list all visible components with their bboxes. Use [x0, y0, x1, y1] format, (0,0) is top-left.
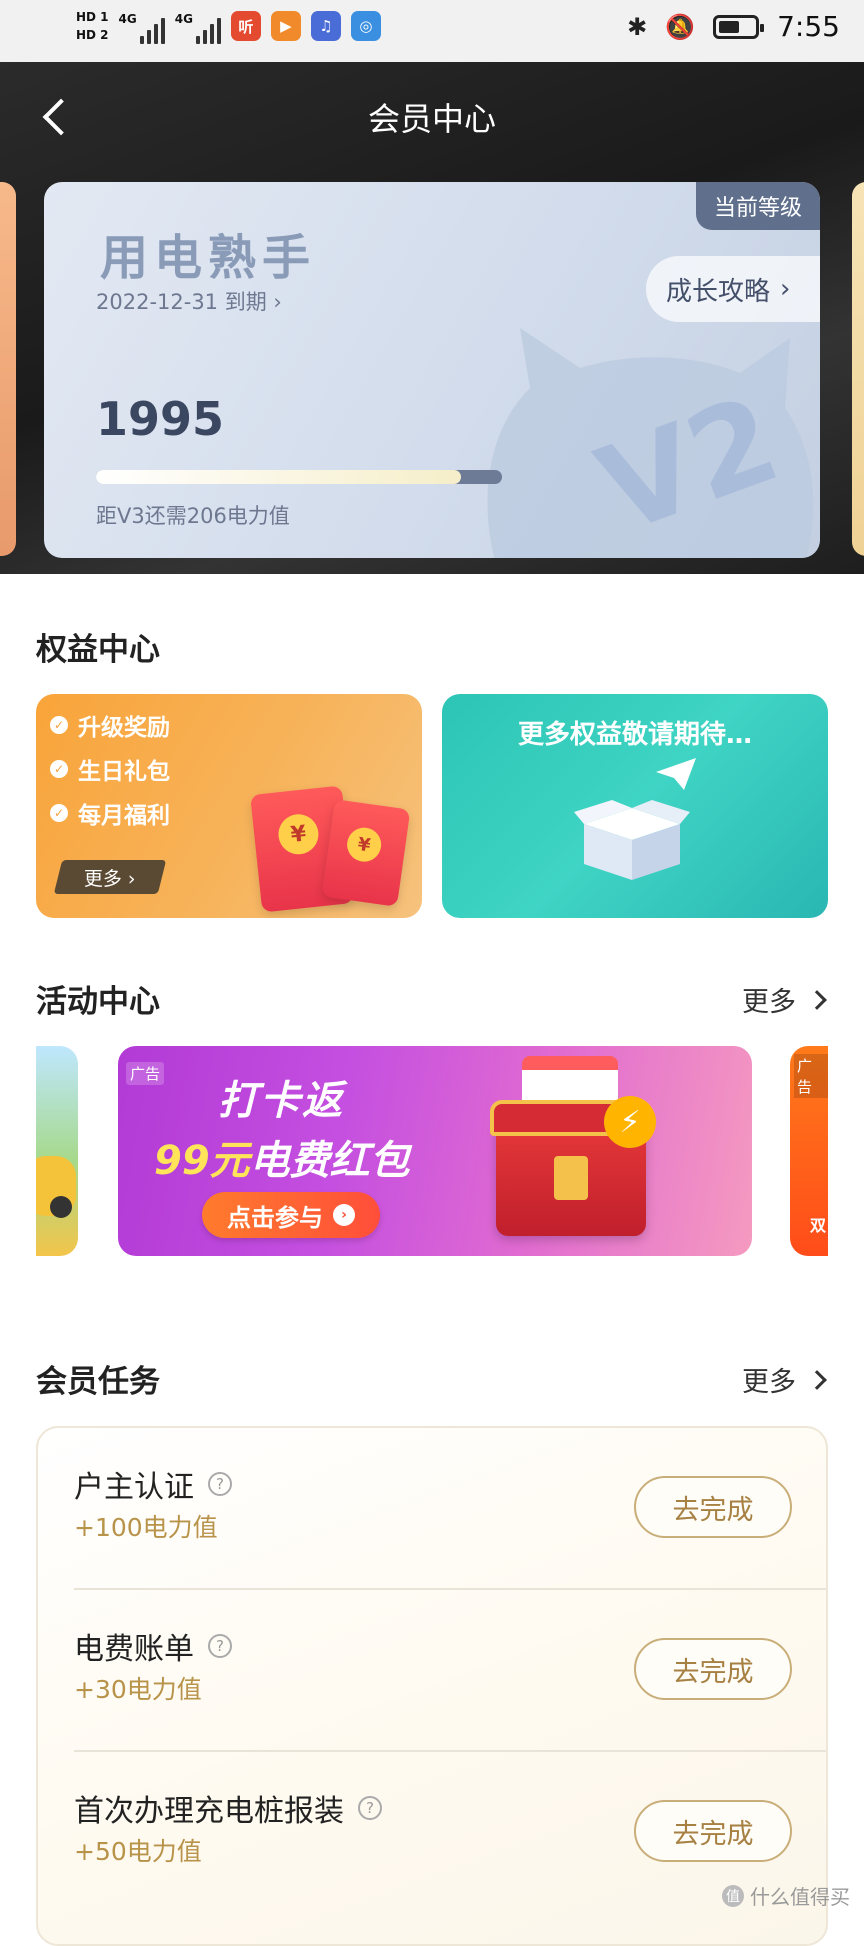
browser-app-icon: ◎ [351, 11, 381, 41]
benefit-label: 升级奖励 [78, 708, 170, 742]
growth-guide-button[interactable]: 成长攻略 › [646, 256, 820, 322]
hd2-label: HD 2 [76, 27, 109, 43]
task-name-row: 户主认证? [74, 1462, 232, 1506]
red-envelope-icon: ¥ [322, 799, 411, 907]
rights-more-label: 更多 › [84, 864, 136, 891]
banner-partial-text: 双 [810, 1212, 826, 1236]
status-bar: HD 1 HD 2 4G 4G 听 ▶ ♫ ◎ ✱ 🔕 7:55 [0, 0, 864, 62]
network-label-2: 4G [175, 12, 193, 26]
v2-mascot-icon: V2 [460, 318, 820, 558]
mute-bell-icon: 🔕 [665, 13, 695, 41]
help-icon[interactable]: ? [208, 1472, 232, 1496]
banner-line2: 99元电费红包 [154, 1128, 410, 1186]
activity-banner-checkin[interactable]: 广告 打卡返 99元电费红包 点击参与 › ⚡ [118, 1046, 752, 1256]
benefit-label: 生日礼包 [78, 752, 170, 786]
tasks-more-link[interactable]: 更多 [742, 1360, 824, 1399]
signal-icon-2: 4G [175, 8, 221, 44]
ad-tag: 广告 [126, 1062, 164, 1085]
rights-card-benefits[interactable]: ✓升级奖励 ✓生日礼包 ✓每月福利 更多 › ¥ ¥ [36, 694, 422, 918]
next-level-card[interactable] [852, 182, 864, 556]
benefit-item: ✓ 每月福利 [50, 796, 170, 830]
task-points: +100电力值 [74, 1508, 218, 1544]
expire-date-link[interactable]: 2022-12-31 到期 › [96, 286, 282, 316]
level-progress-fill [96, 470, 461, 484]
task-complete-button[interactable]: 去完成 [634, 1638, 792, 1700]
level-progress-bar [96, 470, 502, 484]
help-icon[interactable]: ? [358, 1796, 382, 1820]
next-level-hint: 距V3还需206电力值 [96, 500, 290, 530]
join-label: 点击参与 [227, 1198, 323, 1233]
hd1-label: HD 1 [76, 9, 109, 25]
chevron-right-icon [807, 1370, 827, 1390]
current-level-badge: 当前等级 [696, 182, 820, 230]
bluetooth-icon: ✱ [627, 13, 647, 41]
join-button[interactable]: 点击参与 › [202, 1192, 380, 1238]
rights-card-coming-soon[interactable]: 更多权益敬请期待… [442, 694, 828, 918]
rights-section-title: 权益中心 [36, 624, 160, 669]
benefit-item: ✓ 生日礼包 [50, 752, 170, 786]
music-app-icon: ♫ [311, 11, 341, 41]
benefit-label: 每月福利 [78, 796, 170, 830]
task-item: 户主认证? +100电力值 去完成 [38, 1428, 826, 1590]
activity-banner-prev[interactable] [36, 1046, 78, 1256]
chevron-right-icon [807, 990, 827, 1010]
status-right: ✱ 🔕 7:55 [627, 10, 840, 43]
power-points: 1995 [96, 392, 224, 446]
help-icon[interactable]: ? [208, 1634, 232, 1658]
task-list: 户主认证? +100电力值 去完成 电费账单? +30电力值 去完成 首次办理充… [36, 1426, 828, 1946]
check-icon: ✓ [50, 804, 68, 822]
rights-more-button[interactable]: 更多 › [54, 860, 166, 894]
task-name: 电费账单 [74, 1624, 194, 1668]
watermark-text: 什么值得买 [750, 1881, 850, 1910]
lightning-coin-icon: ⚡ [604, 1096, 656, 1148]
task-name-row: 电费账单? [74, 1624, 232, 1668]
gift-box-icon [574, 794, 690, 880]
activity-more-link[interactable]: 更多 [742, 980, 824, 1019]
task-name-row: 首次办理充电桩报装? [74, 1786, 382, 1830]
task-item: 电费账单? +30电力值 去完成 [38, 1590, 826, 1752]
arrow-right-icon: › [333, 1204, 355, 1226]
activity-more-label: 更多 [742, 980, 796, 1019]
banner-amount: 99元 [154, 1138, 250, 1184]
tasks-more-label: 更多 [742, 1360, 796, 1399]
prev-level-card[interactable] [0, 182, 16, 556]
ad-tag: 广告 [794, 1054, 828, 1098]
play-app-icon: ▶ [271, 11, 301, 41]
benefit-item: ✓ 升级奖励 [50, 708, 170, 742]
growth-guide-label: 成长攻略 [666, 271, 770, 308]
banner-reward: 电费红包 [250, 1138, 410, 1184]
paper-plane-icon [656, 758, 696, 790]
task-complete-button[interactable]: 去完成 [634, 1800, 792, 1862]
status-left: HD 1 HD 2 4G 4G 听 ▶ ♫ ◎ [76, 8, 381, 44]
task-complete-button[interactable]: 去完成 [634, 1476, 792, 1538]
tasks-section-title: 会员任务 [36, 1356, 160, 1401]
listen-app-label: 听 [238, 16, 253, 37]
banner-line1: 打卡返 [218, 1068, 344, 1126]
sim-indicators: HD 1 HD 2 [76, 9, 109, 43]
level-name: 用电熟手 [100, 218, 316, 288]
task-points: +30电力值 [74, 1670, 202, 1706]
check-icon: ✓ [50, 716, 68, 734]
activity-section-title: 活动中心 [36, 976, 160, 1021]
task-name: 户主认证 [74, 1462, 194, 1506]
task-name: 首次办理充电桩报装 [74, 1786, 344, 1830]
watermark-logo-icon: 值 [722, 1885, 744, 1907]
battery-icon [713, 15, 759, 39]
check-icon: ✓ [50, 760, 68, 778]
page-title: 会员中心 [0, 94, 864, 140]
level-card: V2 当前等级 用电熟手 2022-12-31 到期 › 成长攻略 › 1995… [44, 182, 820, 558]
chevron-right-icon: › [780, 274, 790, 304]
coming-soon-text: 更多权益敬请期待… [442, 714, 828, 751]
task-points: +50电力值 [74, 1832, 202, 1868]
task-item: 首次办理充电桩报装? +50电力值 去完成 [38, 1752, 826, 1914]
activity-banner-next[interactable]: 广告 双 [790, 1046, 828, 1256]
watermark: 值 什么值得买 [722, 1881, 850, 1910]
signal-icon-1: 4G [119, 8, 165, 44]
listen-app-icon: 听 [231, 11, 261, 41]
clock: 7:55 [777, 10, 840, 43]
network-label-1: 4G [119, 12, 137, 26]
